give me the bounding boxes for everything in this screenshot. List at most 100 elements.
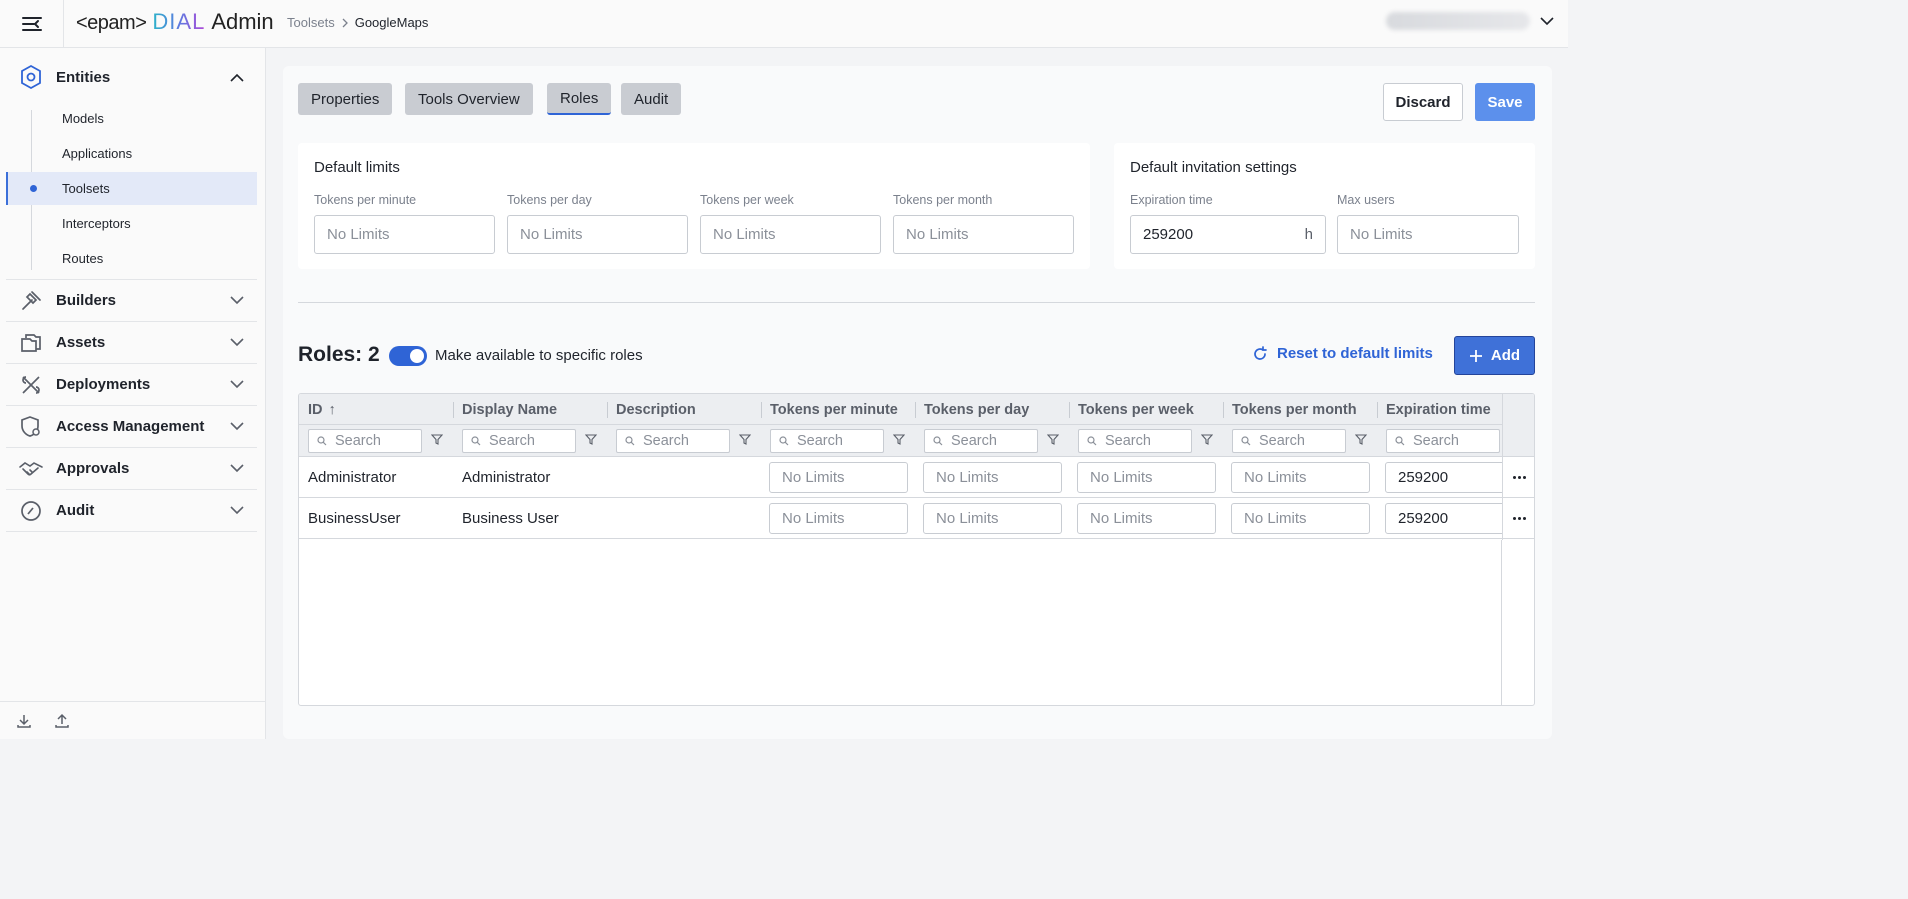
sort-asc-icon: ↑ bbox=[328, 401, 336, 418]
add-role-button[interactable]: Add bbox=[1454, 336, 1535, 375]
reset-label: Reset to default limits bbox=[1277, 345, 1433, 362]
sidebar-item-models[interactable]: Models bbox=[6, 102, 257, 135]
default-limits-card: Default limits Tokens per minute No Limi… bbox=[298, 143, 1090, 269]
column-header-display-name[interactable]: Display Name bbox=[453, 394, 557, 425]
breadcrumb-parent[interactable]: Toolsets bbox=[287, 15, 335, 30]
active-dot bbox=[30, 185, 37, 192]
filter-icon[interactable] bbox=[1201, 433, 1213, 445]
tokens-per-day-input[interactable]: No Limits bbox=[507, 215, 688, 254]
discard-button[interactable]: Discard bbox=[1383, 83, 1463, 121]
cell-tokens-per-month-input[interactable]: No Limits bbox=[1231, 503, 1370, 534]
sidebar-section-approvals[interactable]: Approvals bbox=[6, 448, 257, 490]
chevron-down-icon bbox=[1540, 16, 1554, 25]
roles-grid: ID ↑ Display Name Description Tokens per… bbox=[298, 393, 1535, 706]
sidebar-section-assets[interactable]: Assets bbox=[6, 322, 257, 364]
audit-icon bbox=[21, 500, 41, 521]
field-label: Tokens per minute bbox=[314, 193, 417, 207]
column-header-tokens-per-day[interactable]: Tokens per day bbox=[915, 394, 1029, 425]
sidebar-item-applications[interactable]: Applications bbox=[6, 137, 257, 170]
column-header-tokens-per-minute[interactable]: Tokens per minute bbox=[761, 394, 898, 425]
cell-display-name: Administrator bbox=[462, 468, 551, 486]
chevron-down-icon bbox=[230, 464, 244, 473]
field-label: Tokens per day bbox=[507, 193, 592, 207]
cell-id: BusinessUser bbox=[308, 509, 401, 527]
specific-roles-toggle[interactable] bbox=[389, 346, 427, 366]
search-input-tokens-per-month[interactable]: Search bbox=[1232, 429, 1346, 453]
filter-icon[interactable] bbox=[893, 433, 905, 445]
sidebar-section-label: Audit bbox=[56, 502, 95, 519]
filter-icon[interactable] bbox=[739, 433, 751, 445]
sidebar-item-label: Toolsets bbox=[62, 181, 110, 196]
cell-tokens-per-day-input[interactable]: No Limits bbox=[923, 462, 1062, 493]
menu-toggle-button[interactable] bbox=[0, 0, 64, 48]
sidebar-item-interceptors[interactable]: Interceptors bbox=[6, 207, 257, 240]
cell-expiration-input[interactable]: 259200 bbox=[1385, 462, 1509, 493]
tokens-per-month-input[interactable]: No Limits bbox=[893, 215, 1074, 254]
column-header-description[interactable]: Description bbox=[607, 394, 696, 425]
breadcrumb-current: GoogleMaps bbox=[354, 15, 429, 30]
sidebar-item-toolsets[interactable]: Toolsets bbox=[6, 172, 257, 205]
sidebar-section-entities[interactable]: Entities bbox=[6, 56, 257, 98]
cell-tokens-per-day-input[interactable]: No Limits bbox=[923, 503, 1062, 534]
search-input-tokens-per-day[interactable]: Search bbox=[924, 429, 1038, 453]
tab-roles[interactable]: Roles bbox=[547, 83, 612, 115]
search-input-display-name[interactable]: Search bbox=[462, 429, 576, 453]
sidebar-section-label: Approvals bbox=[56, 460, 130, 477]
expiration-value: 259200 bbox=[1143, 226, 1194, 243]
tokens-per-minute-input[interactable]: No Limits bbox=[314, 215, 495, 254]
filter-icon[interactable] bbox=[1355, 433, 1367, 445]
add-label: Add bbox=[1490, 347, 1521, 364]
filter-icon[interactable] bbox=[1047, 433, 1059, 445]
column-header-tokens-per-week[interactable]: Tokens per week bbox=[1069, 394, 1194, 425]
reset-default-limits-button[interactable]: Reset to default limits bbox=[1252, 345, 1433, 362]
cell-tokens-per-minute-input[interactable]: No Limits bbox=[769, 462, 908, 493]
search-input-id[interactable]: Search bbox=[308, 429, 422, 453]
cell-tokens-per-minute-input[interactable]: No Limits bbox=[769, 503, 908, 534]
search-input-description[interactable]: Search bbox=[616, 429, 730, 453]
sidebar-section-label: Deployments bbox=[56, 376, 151, 393]
more-icon[interactable] bbox=[1503, 457, 1534, 498]
search-icon bbox=[471, 436, 481, 446]
tab-audit[interactable]: Audit bbox=[621, 83, 682, 115]
toggle-label: Make available to specific roles bbox=[435, 347, 643, 364]
sidebar-section-builders[interactable]: Builders bbox=[6, 280, 257, 322]
filter-icon[interactable] bbox=[431, 433, 443, 445]
search-input-expiration-time[interactable]: Search bbox=[1386, 429, 1500, 453]
column-header-id[interactable]: ID ↑ bbox=[299, 394, 336, 425]
max-users-input[interactable]: No Limits bbox=[1337, 215, 1519, 254]
cell-tokens-per-week-input[interactable]: No Limits bbox=[1077, 462, 1216, 493]
chevron-down-icon bbox=[230, 338, 244, 347]
filter-icon[interactable] bbox=[585, 433, 597, 445]
tab-tools-overview[interactable]: Tools Overview bbox=[405, 83, 533, 115]
cell-tokens-per-week-input[interactable]: No Limits bbox=[1077, 503, 1216, 534]
column-header-tokens-per-month[interactable]: Tokens per month bbox=[1223, 394, 1357, 425]
cell-expiration-input[interactable]: 259200 bbox=[1385, 503, 1509, 534]
search-input-tokens-per-week[interactable]: Search bbox=[1078, 429, 1192, 453]
upload-icon[interactable] bbox=[54, 713, 70, 729]
table-row[interactable]: Administrator Administrator No Limits No… bbox=[299, 457, 1509, 498]
app-logo[interactable]: <epam> DIAL Admin bbox=[76, 9, 274, 35]
sidebar-item-routes[interactable]: Routes bbox=[6, 242, 257, 275]
field-label: Max users bbox=[1337, 193, 1395, 207]
grid-scroll-edge bbox=[1501, 540, 1502, 705]
expiration-time-input[interactable]: 259200 h bbox=[1130, 215, 1326, 254]
sidebar-section-access-management[interactable]: Access Management bbox=[6, 406, 257, 448]
download-icon[interactable] bbox=[16, 713, 32, 729]
search-input-tokens-per-minute[interactable]: Search bbox=[770, 429, 884, 453]
more-icon[interactable] bbox=[1503, 498, 1534, 539]
access-management-icon bbox=[21, 415, 40, 437]
table-row[interactable]: BusinessUser Business User No Limits No … bbox=[299, 498, 1509, 539]
save-button[interactable]: Save bbox=[1475, 83, 1535, 121]
user-menu[interactable] bbox=[1386, 12, 1554, 30]
card-title: Default limits bbox=[314, 159, 400, 176]
tab-properties[interactable]: Properties bbox=[298, 83, 393, 115]
cell-tokens-per-month-input[interactable]: No Limits bbox=[1231, 462, 1370, 493]
cell-display-name: Business User bbox=[462, 509, 559, 527]
sidebar: Entities Models Applications Toolsets In… bbox=[0, 48, 266, 739]
tokens-per-week-input[interactable]: No Limits bbox=[700, 215, 881, 254]
sidebar-section-deployments[interactable]: Deployments bbox=[6, 364, 257, 406]
column-header-expiration-time[interactable]: Expiration time bbox=[1377, 394, 1491, 425]
sidebar-section-audit[interactable]: Audit bbox=[6, 490, 257, 532]
row-actions-column bbox=[1502, 394, 1534, 540]
actions-header bbox=[1503, 394, 1534, 457]
